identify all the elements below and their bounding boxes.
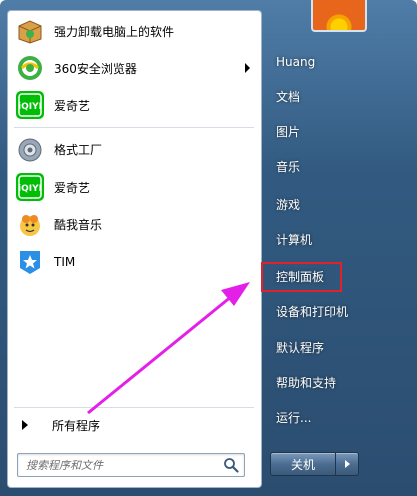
program-item-iqiyi-2[interactable]: iQIYI 爱奇艺 bbox=[14, 169, 254, 205]
program-item-uninstaller[interactable]: 强力卸载电脑上的软件 bbox=[14, 13, 254, 49]
right-link-pictures[interactable]: 图片 bbox=[268, 120, 406, 144]
tim-icon bbox=[14, 246, 46, 278]
right-link-documents[interactable]: 文档 bbox=[268, 85, 406, 109]
triangle-right-icon bbox=[22, 420, 28, 430]
program-label: 360安全浏览器 bbox=[54, 61, 137, 76]
search-icon[interactable] bbox=[222, 456, 240, 474]
program-item-format-factory[interactable]: 格式工厂 bbox=[14, 131, 254, 167]
program-item-tim[interactable]: TIM bbox=[14, 244, 254, 280]
right-link-run[interactable]: 运行... bbox=[268, 406, 406, 430]
shutdown-options-button[interactable] bbox=[335, 452, 359, 476]
right-link-games[interactable]: 游戏 bbox=[268, 193, 406, 217]
iqiyi-icon: iQIYI bbox=[14, 171, 46, 203]
all-programs-label: 所有程序 bbox=[52, 418, 101, 433]
format-factory-icon bbox=[14, 133, 46, 165]
program-item-360-browser[interactable]: 360安全浏览器 bbox=[14, 50, 254, 86]
iqiyi-icon: iQIYI bbox=[14, 89, 46, 121]
right-link-music[interactable]: 音乐 bbox=[268, 155, 406, 179]
browser-360-icon bbox=[14, 52, 46, 84]
svg-text:iQIYI: iQIYI bbox=[18, 102, 42, 112]
submenu-arrow-icon[interactable] bbox=[245, 63, 250, 73]
program-item-kuwo[interactable]: 酷我音乐 bbox=[14, 206, 254, 242]
kuwo-music-icon bbox=[14, 208, 46, 240]
program-item-iqiyi[interactable]: iQIYI 爱奇艺 bbox=[14, 87, 254, 123]
program-label: 酷我音乐 bbox=[54, 217, 103, 232]
right-link-devices-printers[interactable]: 设备和打印机 bbox=[268, 300, 406, 324]
search-input[interactable] bbox=[24, 456, 218, 474]
shutdown-label: 关机 bbox=[290, 457, 315, 472]
start-menu-screenshot: 强力卸载电脑上的软件 360安全浏览器 iQIYI 爱奇艺 格式工厂 iQIYI… bbox=[0, 0, 417, 496]
right-link-user[interactable]: Huang bbox=[268, 50, 406, 74]
svg-text:iQIYI: iQIYI bbox=[18, 184, 42, 194]
right-link-help-support[interactable]: 帮助和支持 bbox=[268, 371, 406, 395]
divider bbox=[14, 127, 254, 128]
right-link-computer[interactable]: 计算机 bbox=[268, 228, 406, 252]
control-panel-highlight-box bbox=[261, 262, 342, 292]
program-label: 爱奇艺 bbox=[54, 98, 91, 113]
search-box[interactable] bbox=[17, 453, 245, 477]
chevron-right-icon bbox=[344, 460, 350, 468]
program-label: 格式工厂 bbox=[54, 142, 103, 157]
start-menu: 强力卸载电脑上的软件 360安全浏览器 iQIYI 爱奇艺 格式工厂 iQIYI… bbox=[0, 0, 417, 496]
right-link-default-programs[interactable]: 默认程序 bbox=[268, 336, 406, 360]
all-programs-button[interactable]: 所有程序 bbox=[14, 413, 254, 437]
shutdown-button[interactable]: 关机 bbox=[270, 452, 336, 476]
program-label: TIM bbox=[54, 255, 76, 269]
program-label: 爱奇艺 bbox=[54, 180, 91, 195]
divider bbox=[14, 407, 254, 408]
user-picture-flower[interactable] bbox=[311, 0, 367, 32]
program-label: 强力卸载电脑上的软件 bbox=[54, 24, 175, 39]
uninstall-box-icon bbox=[14, 15, 46, 47]
programs-panel: 强力卸载电脑上的软件 360安全浏览器 iQIYI 爱奇艺 格式工厂 iQIYI… bbox=[7, 10, 262, 488]
